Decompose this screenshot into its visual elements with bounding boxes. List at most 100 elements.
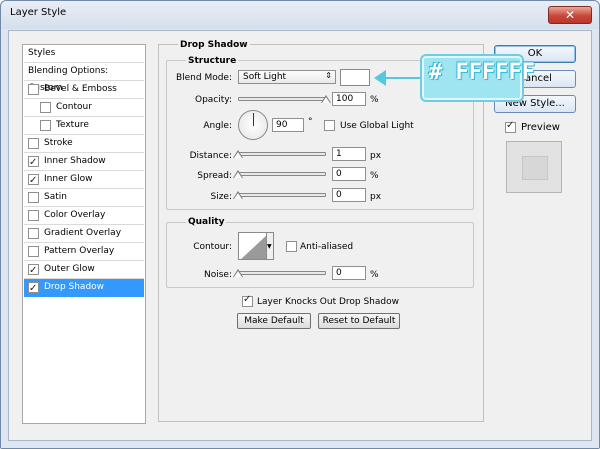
style-checkbox[interactable]	[28, 84, 39, 95]
blend-mode-label: Blend Mode:	[175, 73, 232, 83]
styles-list-item[interactable]: Texture	[24, 117, 144, 135]
size-label: Size:	[210, 192, 232, 202]
structure-title: Structure	[186, 56, 239, 66]
style-checkbox[interactable]	[28, 138, 39, 149]
size-unit: px	[370, 192, 382, 202]
noise-unit: %	[370, 270, 379, 280]
close-button[interactable]: ✕	[548, 6, 592, 24]
noise-label: Noise:	[204, 270, 232, 280]
styles-list-item[interactable]: Satin	[24, 189, 144, 207]
use-global-light-checkbox[interactable]	[324, 120, 335, 131]
knocks-out-checkbox[interactable]	[242, 294, 253, 307]
styles-list-label: Bevel & Emboss	[44, 84, 117, 94]
styles-list-label: Satin	[44, 192, 67, 202]
shadow-color-swatch[interactable]	[340, 69, 370, 86]
style-checkbox[interactable]	[28, 246, 39, 257]
anti-aliased-checkbox[interactable]	[286, 241, 297, 252]
reset-to-default-button[interactable]: Reset to Default	[318, 313, 400, 329]
styles-list-item[interactable]: Pattern Overlay	[24, 243, 144, 261]
angle-unit: °	[308, 117, 313, 127]
select-arrows-icon: ⇕	[325, 71, 332, 80]
styles-list-item[interactable]: Inner Shadow	[24, 153, 144, 171]
styles-list-label: Texture	[56, 120, 89, 130]
styles-list-item[interactable]: Outer Glow	[24, 261, 144, 279]
noise-slider[interactable]	[238, 271, 326, 275]
contour-picker[interactable]	[238, 232, 268, 260]
preview-checkbox[interactable]	[505, 120, 516, 133]
preview-thumbnail	[506, 141, 562, 193]
angle-dial[interactable]	[238, 110, 268, 140]
style-checkbox[interactable]	[40, 102, 51, 113]
styles-list-item[interactable]: Styles	[24, 45, 144, 63]
title-bar[interactable]	[1, 1, 599, 29]
styles-list-label: Color Overlay	[44, 210, 106, 220]
noise-slider-thumb[interactable]	[233, 269, 243, 277]
preview-label: Preview	[521, 122, 560, 133]
styles-list-item[interactable]: Blending Options: Custom	[24, 63, 144, 93]
quality-title: Quality	[186, 217, 227, 227]
styles-list-item[interactable]: Bevel & Emboss	[24, 81, 144, 99]
angle-input[interactable]: 90	[272, 118, 304, 132]
style-checkbox[interactable]	[28, 228, 39, 239]
style-checkbox[interactable]	[28, 192, 39, 203]
angle-indicator	[253, 113, 254, 126]
styles-list-label: Contour	[56, 102, 92, 112]
knocks-out-label: Layer Knocks Out Drop Shadow	[257, 297, 399, 307]
style-checkbox[interactable]	[28, 280, 39, 297]
style-checkbox[interactable]	[40, 120, 51, 131]
window-title: Layer Style	[10, 7, 67, 18]
make-default-button[interactable]: Make Default	[237, 313, 311, 329]
styles-list-item[interactable]: Color Overlay	[24, 207, 144, 225]
style-checkbox[interactable]	[28, 154, 39, 171]
styles-list-label: Stroke	[44, 138, 73, 148]
distance-slider-thumb[interactable]	[233, 150, 243, 158]
angle-label: Angle:	[203, 121, 232, 131]
styles-list-label: Outer Glow	[44, 264, 95, 274]
styles-list-label: Pattern Overlay	[44, 246, 115, 256]
size-slider-thumb[interactable]	[233, 191, 243, 199]
contour-dropdown-button[interactable]: ▼	[266, 232, 274, 260]
size-input[interactable]: 0	[332, 188, 366, 202]
spread-unit: %	[370, 171, 379, 181]
use-global-light-label: Use Global Light	[340, 121, 414, 131]
opacity-input[interactable]: 100	[332, 92, 366, 106]
styles-list-item[interactable]: Drop Shadow	[24, 279, 144, 297]
distance-slider[interactable]	[238, 152, 326, 156]
style-checkbox[interactable]	[28, 262, 39, 279]
spread-slider-thumb[interactable]	[233, 170, 243, 178]
preview-swatch	[522, 156, 548, 180]
styles-list-label: Styles	[28, 48, 56, 58]
anti-aliased-label: Anti-aliased	[300, 242, 354, 252]
distance-unit: px	[370, 151, 382, 161]
styles-list-item[interactable]: Stroke	[24, 135, 144, 153]
opacity-label: Opacity:	[195, 95, 232, 105]
styles-list-label: Drop Shadow	[44, 282, 105, 292]
annotation-text: # FFFFFF	[429, 60, 535, 85]
contour-label: Contour:	[193, 242, 232, 252]
section-title: Drop Shadow	[178, 40, 250, 50]
callout-arrow-line	[382, 77, 422, 79]
styles-list-label: Inner Shadow	[44, 156, 106, 166]
opacity-slider[interactable]	[238, 97, 326, 101]
spread-slider[interactable]	[238, 172, 326, 176]
styles-list-label: Gradient Overlay	[44, 228, 122, 238]
size-slider[interactable]	[238, 193, 326, 197]
distance-input[interactable]: 1	[332, 147, 366, 161]
styles-list-item[interactable]: Gradient Overlay	[24, 225, 144, 243]
callout-arrow-icon	[374, 70, 386, 86]
dropdown-arrow-icon: ▼	[267, 243, 272, 250]
spread-label: Spread:	[197, 171, 232, 181]
spread-input[interactable]: 0	[332, 167, 366, 181]
blend-mode-value: Soft Light	[243, 72, 287, 82]
styles-list-item[interactable]: Contour	[24, 99, 144, 117]
noise-input[interactable]: 0	[332, 266, 366, 280]
style-checkbox[interactable]	[28, 172, 39, 189]
opacity-slider-thumb[interactable]	[321, 95, 331, 103]
opacity-unit: %	[370, 95, 379, 105]
blend-mode-select[interactable]: Soft Light ⇕	[238, 70, 336, 84]
styles-list: Styles Blending Options: Custom Bevel & Em…	[22, 44, 146, 424]
styles-list-label: Inner Glow	[44, 174, 93, 184]
contour-curve-icon	[241, 234, 267, 259]
styles-list-item[interactable]: Inner Glow	[24, 171, 144, 189]
style-checkbox[interactable]	[28, 210, 39, 221]
